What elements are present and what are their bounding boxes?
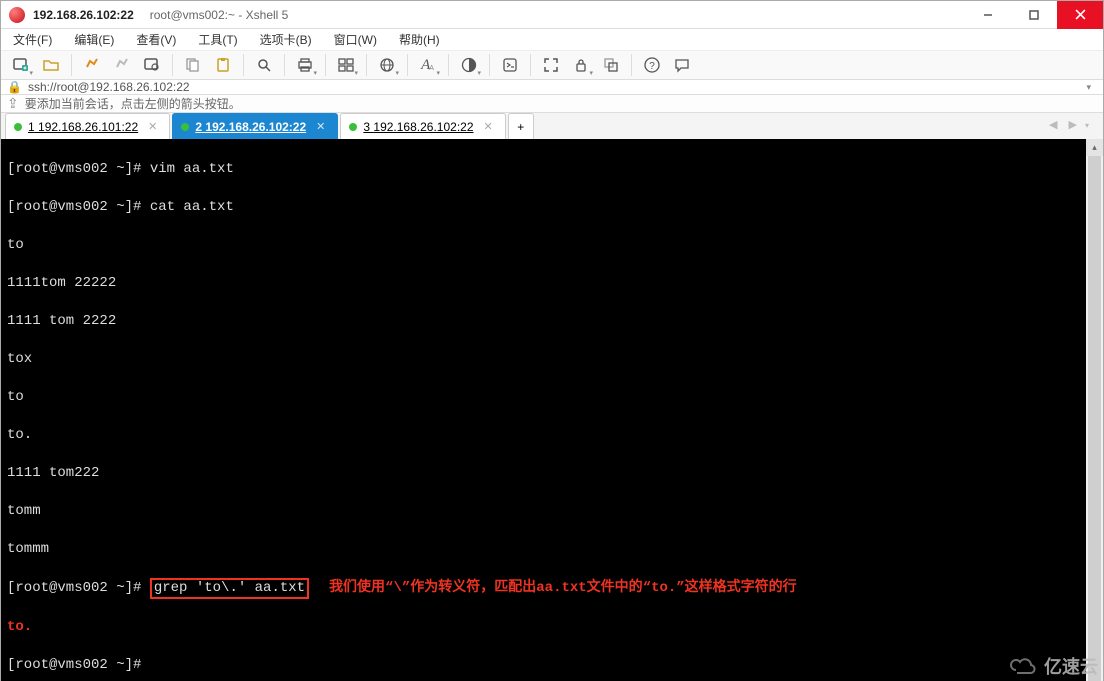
encoding-button[interactable]: ▾ [373,51,401,79]
status-dot-icon [349,123,357,131]
tab-bar: 1 192.168.26.101:22 ✕ 2 192.168.26.102:2… [1,113,1103,139]
annotation-text: 我们使用“\”作为转义符，匹配出aa.txt文件中的“to.”这样格式字符的行 [329,579,797,598]
find-button[interactable] [250,51,278,79]
menu-tools[interactable]: 工具(T) [194,29,241,50]
hint-bar: ⇪ 要添加当前会话，点击左侧的箭头按钮。 [1,95,1103,113]
close-tab-icon[interactable]: ✕ [484,120,493,133]
close-tab-icon[interactable]: ✕ [148,120,157,133]
menu-help[interactable]: 帮助(H) [395,29,444,50]
menu-tabs[interactable]: 选项卡(B) [256,29,316,50]
app-title: root@vms002:~ - Xshell 5 [150,8,289,22]
disconnect-button[interactable] [108,51,136,79]
highlighted-command: grep 'to\.' aa.txt [150,578,309,599]
session-tab-2[interactable]: 2 192.168.26.102:22 ✕ [172,113,338,139]
close-tab-icon[interactable]: ✕ [316,120,325,133]
fullscreen-button[interactable] [537,51,565,79]
new-tab-button[interactable]: + [508,113,534,139]
tab-nav-arrows[interactable]: ◀ ▶▾ [1049,118,1093,131]
hint-text: 要添加当前会话，点击左侧的箭头按钮。 [25,95,241,112]
scroll-thumb[interactable] [1088,156,1101,681]
menu-file[interactable]: 文件(F) [9,29,56,50]
print-button[interactable]: ▾ [291,51,319,79]
reconnect-button[interactable] [78,51,106,79]
grep-match: to. [7,619,32,635]
status-dot-icon [181,123,189,131]
lock-button[interactable]: ▾ [567,51,595,79]
menu-edit[interactable]: 编辑(E) [70,29,118,50]
properties-button[interactable] [138,51,166,79]
session-url[interactable]: ssh://root@192.168.26.102:22 [28,80,1081,94]
lock-icon: 🔒 [7,80,22,94]
add-session-arrow-icon[interactable]: ⇪ [7,95,19,112]
terminal-scrollbar[interactable]: ▴ ▾ [1086,139,1103,681]
paste-button[interactable] [209,51,237,79]
address-dropdown[interactable]: ▾ [1080,82,1097,93]
close-button[interactable] [1057,1,1103,29]
session-tab-3[interactable]: 3 192.168.26.102:22 ✕ [340,113,505,139]
toolbar: ▾ ▾ ▾ ▾ AA▾ ▾ ▾ ? [1,51,1103,80]
maximize-button[interactable] [1011,1,1057,29]
font-button[interactable]: AA▾ [414,51,442,79]
copy-button[interactable] [179,51,207,79]
layout-button[interactable]: ▾ [332,51,360,79]
script-button[interactable] [496,51,524,79]
session-title: 192.168.26.102:22 [33,8,134,22]
app-icon [9,7,25,23]
new-session-button[interactable]: ▾ [7,51,35,79]
menu-bar: 文件(F) 编辑(E) 查看(V) 工具(T) 选项卡(B) 窗口(W) 帮助(… [1,29,1103,51]
feedback-button[interactable] [668,51,696,79]
menu-view[interactable]: 查看(V) [132,29,180,50]
title-bar: 192.168.26.102:22 root@vms002:~ - Xshell… [1,1,1103,29]
minimize-button[interactable] [965,1,1011,29]
address-bar: 🔒 ssh://root@192.168.26.102:22 ▾ [1,80,1103,95]
menu-window[interactable]: 窗口(W) [330,29,381,50]
session-tab-1[interactable]: 1 192.168.26.101:22 ✕ [5,113,170,139]
transparency-button[interactable] [597,51,625,79]
status-dot-icon [14,123,22,131]
terminal[interactable]: [root@vms002 ~]# vim aa.txt [root@vms002… [1,139,1086,681]
svg-text:?: ? [649,61,655,72]
scroll-up-button[interactable]: ▴ [1086,139,1103,156]
open-session-button[interactable] [37,51,65,79]
color-scheme-button[interactable]: ▾ [455,51,483,79]
help-button[interactable]: ? [638,51,666,79]
